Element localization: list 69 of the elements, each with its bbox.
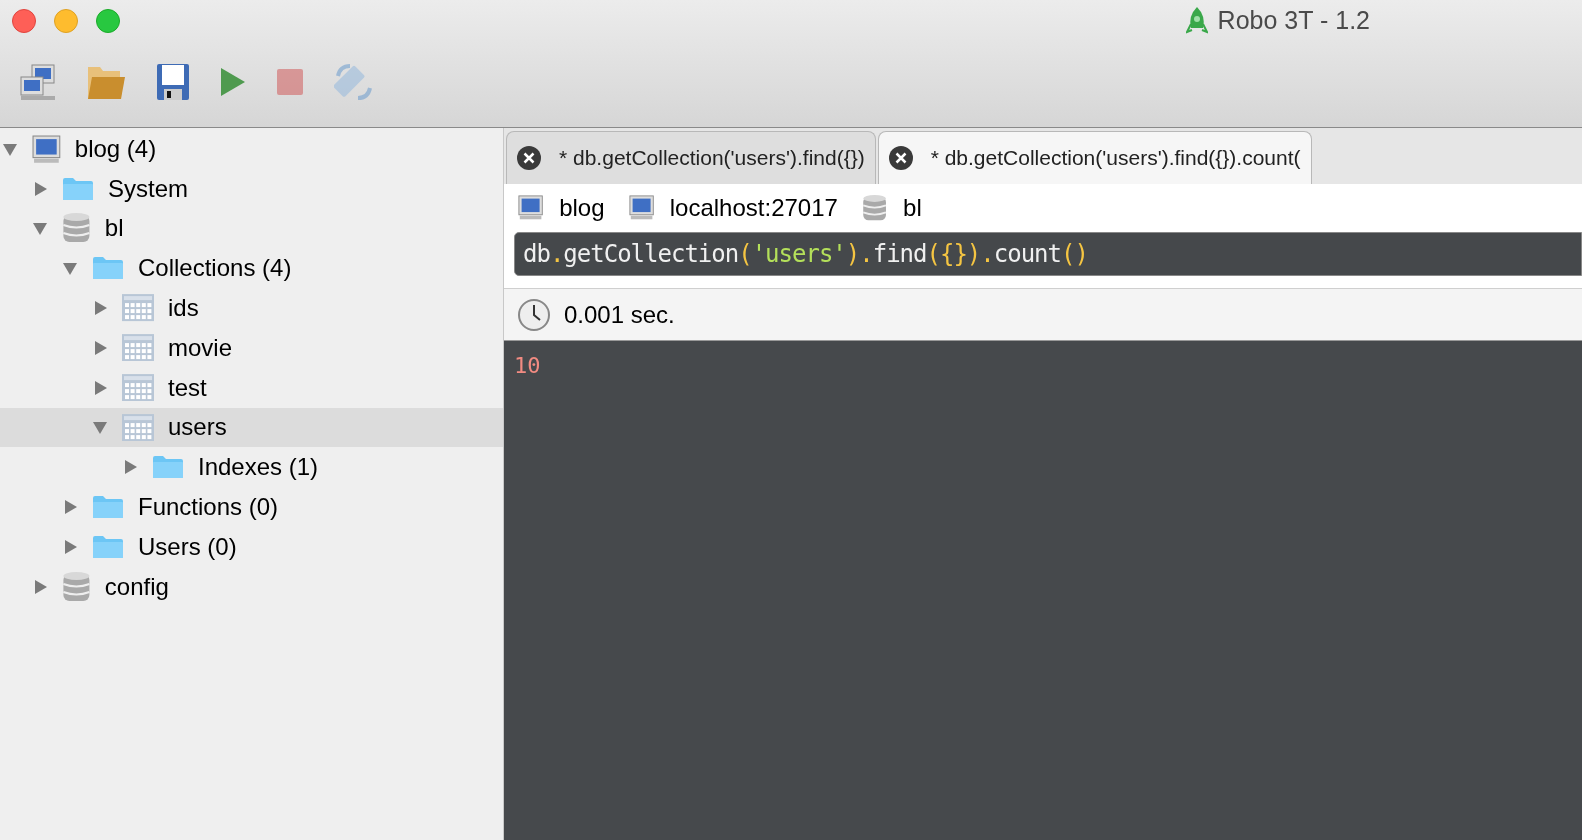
tree-item[interactable]: movie — [0, 328, 503, 368]
editor-tab[interactable]: * db.getCollection('users').find({}) — [506, 131, 876, 184]
tree-label: ids — [168, 293, 199, 324]
query-editor[interactable]: db.getCollection('users').find({}).count() — [514, 232, 1582, 276]
expand-arrow-icon[interactable] — [122, 459, 138, 476]
tree-item[interactable]: blog (4) — [0, 129, 503, 169]
tree-label: Users (0) — [138, 531, 237, 562]
tree-label: movie — [168, 332, 233, 363]
expand-arrow-icon[interactable] — [92, 339, 108, 356]
monitor-icon — [32, 134, 61, 164]
tree-label: Collections (4) — [138, 253, 292, 284]
table-icon — [122, 334, 154, 362]
result-value: 10 — [514, 353, 541, 378]
collapse-arrow-icon[interactable] — [62, 260, 78, 277]
tree-item[interactable]: System — [0, 168, 503, 209]
monitor-icon — [628, 195, 654, 221]
close-window-button[interactable] — [12, 9, 36, 33]
tree-item[interactable]: Collections (4) — [0, 248, 503, 289]
tree-label: users — [168, 412, 227, 443]
folder-icon — [92, 534, 124, 559]
close-tab-icon[interactable] — [888, 146, 913, 170]
window-title: Robo 3T - 1.2 — [1217, 5, 1370, 37]
expand-arrow-icon[interactable] — [32, 578, 48, 595]
connection-label: localhost:27017 — [669, 193, 838, 223]
tree-item[interactable]: users — [0, 407, 503, 448]
tree-item[interactable]: ids — [0, 288, 503, 328]
tree-item[interactable]: Users (0) — [0, 526, 503, 567]
collapse-arrow-icon[interactable] — [92, 419, 108, 436]
tree-label: Functions (0) — [138, 492, 279, 523]
clock-icon — [518, 298, 550, 331]
tree-item[interactable]: Functions (0) — [0, 487, 503, 527]
rocket-icon — [1185, 6, 1208, 36]
database-icon — [861, 194, 888, 222]
tree-label: bl — [104, 213, 124, 244]
folder-icon — [92, 256, 124, 281]
expand-arrow-icon[interactable] — [62, 499, 78, 516]
database-icon — [62, 212, 91, 245]
table-icon — [122, 294, 154, 322]
tree-label: System — [108, 173, 188, 204]
tree-item[interactable]: Indexes (1) — [0, 447, 503, 488]
expand-arrow-icon[interactable] — [32, 180, 48, 197]
editor-tab[interactable]: * db.getCollection('users').find({}).count( — [877, 131, 1312, 184]
maximize-window-button[interactable] — [96, 9, 120, 33]
tree-label: test — [168, 372, 207, 403]
expand-arrow-icon[interactable] — [92, 379, 108, 396]
tree-item[interactable]: test — [0, 367, 503, 408]
table-icon — [122, 413, 154, 442]
expand-arrow-icon[interactable] — [92, 300, 108, 317]
tree-item[interactable]: bl — [0, 208, 503, 249]
tree-item[interactable]: config — [0, 566, 503, 607]
tree-label: config — [104, 571, 169, 602]
tab-label: * db.getCollection('users').find({}) — [559, 145, 865, 172]
connection-label: blog — [559, 193, 605, 223]
tree-label: Indexes (1) — [198, 452, 319, 483]
database-icon — [62, 570, 91, 603]
folder-icon — [92, 495, 124, 520]
folder-icon — [62, 176, 94, 201]
tree-label: blog (4) — [74, 133, 157, 164]
connection-label: bl — [903, 193, 922, 223]
play-icon[interactable] — [220, 67, 246, 97]
monitor-icon — [518, 195, 544, 221]
execution-time: 0.001 sec. — [564, 299, 675, 330]
table-icon — [122, 374, 154, 402]
folder-icon — [152, 455, 184, 480]
collapse-arrow-icon[interactable] — [32, 220, 48, 237]
computers-icon[interactable] — [20, 63, 56, 101]
expand-arrow-icon[interactable] — [62, 538, 78, 555]
tab-label: * db.getCollection('users').find({}).count( — [930, 145, 1301, 172]
close-tab-icon[interactable] — [517, 146, 541, 170]
